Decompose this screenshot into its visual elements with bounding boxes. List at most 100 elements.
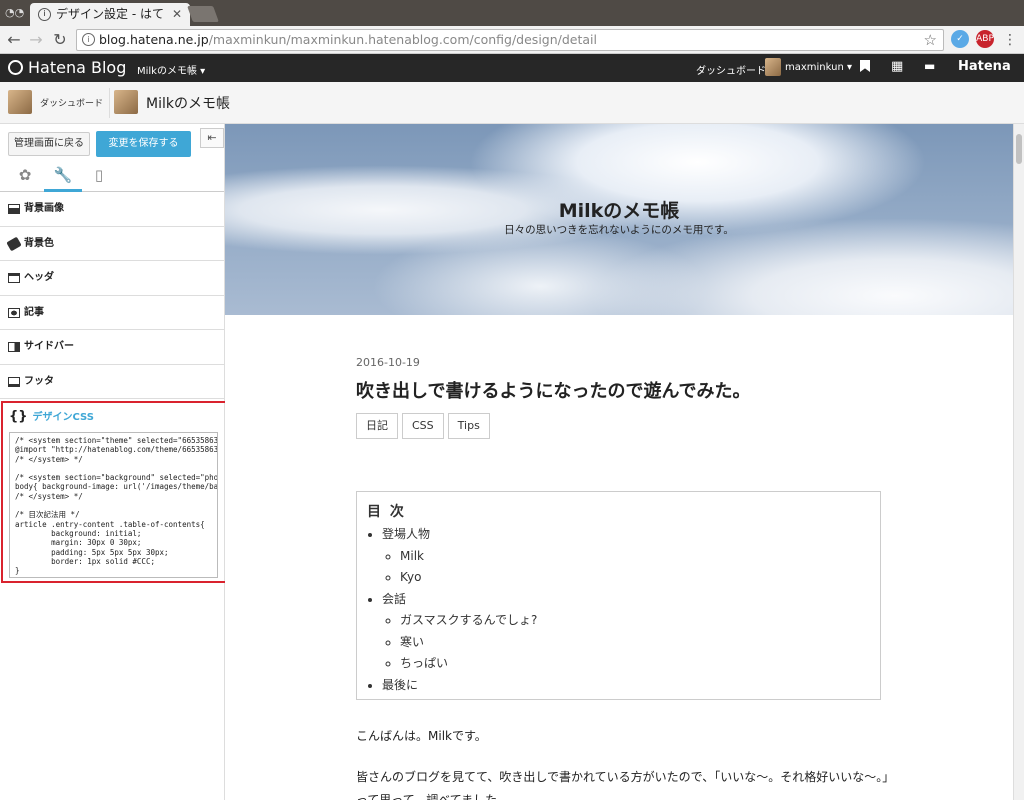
section-footer[interactable]: フッタ (0, 365, 224, 399)
image-icon (8, 204, 20, 214)
hatena-global-bar: Hatena Blog Milkのメモ帳 ▾ ダッシュボード maxminkun… (0, 54, 1024, 82)
tab-design-palette[interactable]: ✿ (6, 162, 44, 192)
toc-item-label[interactable]: 登場人物 (382, 527, 430, 541)
section-label: 記事 (24, 306, 44, 318)
address-bar[interactable]: i blog.hatena.ne.jp/maxminkun/maxminkun.… (76, 29, 944, 51)
section-sidebar[interactable]: サイドバー (0, 330, 224, 365)
scrollbar-thumb[interactable] (1016, 134, 1022, 164)
hatena-brand-link[interactable]: Hatena (958, 59, 1011, 74)
toc-item-label[interactable]: 最後に (382, 678, 418, 692)
back-arrow-icon[interactable]: ← (4, 30, 24, 50)
preview-blog-subtitle: 日々の思いつきを忘れないようにのメモ用です。 (504, 224, 734, 236)
bookmark-icon[interactable] (860, 60, 870, 72)
section-label: 背景画像 (24, 203, 64, 214)
hatena-blog-logo-text: Hatena Blog (28, 58, 127, 77)
tab-mobile[interactable]: ▯ (80, 162, 118, 192)
blog-preview: Milkのメモ帳 日々の思いつきを忘れないようにのメモ用です。 2016-10-… (225, 124, 1013, 800)
design-css-title[interactable]: {} デザインCSS (9, 408, 94, 424)
user-menu[interactable]: maxminkun ▾ (785, 62, 852, 73)
dashboard-avatar[interactable] (8, 90, 32, 114)
reload-icon[interactable]: ↻ (50, 30, 70, 50)
section-background-image[interactable]: 背景画像 (0, 192, 224, 227)
customize-section-list: 背景画像 背景色 ヘッダ 記事 サイドバー フッタ (0, 192, 224, 399)
hatena-blog-logo[interactable]: Hatena Blog (8, 59, 126, 77)
toc-subitem-label[interactable]: ガスマスクするんでしょ? (400, 613, 537, 627)
extension-blue-icon[interactable]: ✓ (951, 30, 969, 48)
toc-subitem[interactable]: Kyo (400, 567, 870, 589)
url-path: /maxminkun/maxminkun.hatenablog.com/conf… (208, 32, 597, 47)
toc-subitem-label[interactable]: ちっぱい (400, 656, 448, 670)
toc-subitem[interactable]: Milk (400, 546, 870, 568)
section-label: 背景色 (24, 237, 54, 249)
table-of-contents: 目 次 登場人物 Milk Kyo 会話 ガスマスクするんでしょ? 寒い ちっぱ… (356, 491, 881, 700)
blog-header: ダッシュボード Milkのメモ帳 (0, 82, 1024, 124)
tab-customize[interactable]: 🔧 (44, 162, 82, 192)
browser-tab-strip: ◔◔ i デザイン設定 - はて ✕ (0, 0, 1024, 26)
new-tab-button[interactable] (187, 6, 219, 22)
post-paragraph: こんばんは。Milkです。 (356, 729, 487, 743)
design-css-textarea[interactable]: /* <system section="theme" selected="665… (9, 432, 218, 578)
collapse-sidebar-button[interactable]: ⇤ (200, 128, 224, 148)
site-info-icon[interactable]: i (82, 33, 95, 46)
toc-list: 登場人物 Milk Kyo 会話 ガスマスクするんでしょ? 寒い ちっぱい 最後… (367, 524, 870, 696)
close-tab-icon[interactable]: ✕ (172, 3, 182, 26)
notification-icon[interactable]: ▬ (924, 60, 935, 73)
blog-switcher[interactable]: Milkのメモ帳 ▾ (137, 62, 205, 77)
section-header[interactable]: ヘッダ (0, 261, 224, 296)
design-tabs: ✿ 🔧 ▯ (0, 162, 224, 192)
header-icon (8, 273, 20, 283)
code-braces-icon: {} (9, 409, 28, 424)
mobile-icon: ▯ (94, 166, 104, 184)
section-background-color[interactable]: 背景色 (0, 227, 224, 261)
toc-subitem-label[interactable]: Milk (400, 549, 424, 563)
preview-scrollbar[interactable] (1013, 124, 1024, 800)
sidebar-icon (8, 342, 20, 352)
dashboard-link-label[interactable]: ダッシュボード (40, 96, 103, 109)
toc-subitem[interactable]: 寒い (400, 632, 870, 654)
toc-subitem[interactable]: ちっぱい (400, 653, 870, 675)
post-paragraph: って思って、調べてました。 (356, 793, 510, 800)
extension-abp-icon[interactable]: ABP (976, 30, 994, 48)
browser-menu-icon[interactable]: ⋮ (1000, 30, 1020, 50)
page-info-icon: i (38, 8, 51, 21)
save-changes-button[interactable]: 変更を保存する (96, 131, 191, 157)
post-paragraph: 皆さんのブログを見てて、吹き出しで書かれている方がいたので、「いいな〜。それ格好… (356, 770, 895, 784)
section-label: サイドバー (24, 341, 74, 352)
blog-hero-image: Milkのメモ帳 日々の思いつきを忘れないようにのメモ用です。 (225, 124, 1013, 315)
tag-link[interactable]: 日記 (356, 413, 398, 439)
section-article[interactable]: 記事 (0, 296, 224, 330)
dashboard-link[interactable]: ダッシュボード (696, 62, 766, 77)
paint-bucket-icon (6, 236, 22, 251)
design-css-panel: {} デザインCSS /* <system section="theme" sel… (1, 401, 227, 583)
apps-grid-icon[interactable]: ▦ (891, 60, 903, 73)
user-avatar[interactable] (765, 58, 781, 76)
tag-link[interactable]: Tips (447, 413, 490, 439)
blog-avatar[interactable] (114, 90, 138, 114)
toc-item-label[interactable]: 会話 (382, 592, 406, 606)
toc-subitem-label[interactable]: 寒い (400, 635, 424, 649)
preview-blog-title[interactable]: Milkのメモ帳 (225, 196, 1013, 223)
bookmark-star-icon[interactable]: ☆ (924, 30, 937, 50)
post-title[interactable]: 吹き出しで書けるようになったので遊んでみた。 (356, 377, 751, 403)
hatena-logo-icon (8, 60, 23, 75)
blog-name[interactable]: Milkのメモ帳 (146, 93, 230, 113)
footer-icon (8, 376, 20, 387)
toc-subitem[interactable]: ガスマスクするんでしょ? (400, 610, 870, 632)
design-sidebar: 管理画面に戻る 変更を保存する ⇤ ✿ 🔧 ▯ 背景画像 背景色 ヘッダ 記事 … (0, 124, 227, 800)
toc-item[interactable]: 会話 ガスマスクするんでしょ? 寒い ちっぱい (382, 589, 870, 675)
url-host: blog.hatena.ne.jp (99, 32, 209, 47)
design-css-label: デザインCSS (32, 412, 94, 423)
browser-toolbar: ← → ↻ i blog.hatena.ne.jp/maxminkun/maxm… (0, 26, 1024, 54)
tag-link[interactable]: CSS (402, 413, 444, 439)
forward-arrow-icon[interactable]: → (26, 30, 46, 50)
toc-item[interactable]: 最後に (382, 675, 870, 697)
toc-item[interactable]: 登場人物 Milk Kyo (382, 524, 870, 589)
wrench-icon: 🔧 (53, 166, 73, 184)
toc-subitem-label[interactable]: Kyo (400, 570, 421, 584)
post-date[interactable]: 2016-10-19 (356, 356, 420, 369)
post-tags: 日記 CSS Tips (356, 413, 494, 439)
browser-tab[interactable]: i デザイン設定 - はて ✕ (30, 3, 190, 26)
browser-tab-title: デザイン設定 - はて (56, 7, 164, 21)
back-to-admin-button[interactable]: 管理画面に戻る (8, 132, 90, 156)
toc-title: 目 次 (367, 504, 406, 520)
